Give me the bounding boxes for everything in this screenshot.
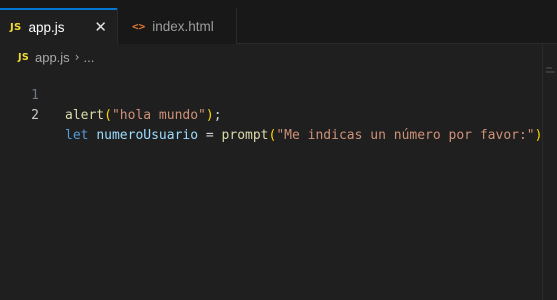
code-editor-window: JS app.js ✕ <> index.html JS app.js › ..… <box>0 0 557 300</box>
close-icon[interactable]: ✕ <box>94 18 107 36</box>
tab-index-html[interactable]: <> index.html <box>117 8 237 44</box>
code-line-current[interactable]: 2 let numeroUsuario = prompt("Me indicas… <box>0 86 544 144</box>
breadcrumb-more[interactable]: ... <box>84 50 95 65</box>
token-variable: numeroUsuario <box>96 128 199 143</box>
tab-bar: JS app.js ✕ <> index.html <box>0 0 557 44</box>
token-string: "Me indicas un número por favor:" <box>276 128 535 143</box>
minimap-line <box>546 67 552 69</box>
token-bracket: ( <box>104 108 112 123</box>
token-keyword: let <box>65 128 89 143</box>
editor-text-area[interactable]: 1 alert("hola mundo"); 2 let numeroUsuar… <box>0 66 557 300</box>
token-punctuation: ; <box>213 108 222 123</box>
tab-label: app.js <box>28 19 65 35</box>
token-operator: = <box>205 128 214 143</box>
token-string: "hola mundo" <box>111 108 206 123</box>
minimap-line <box>546 71 555 73</box>
token-bracket: ) <box>205 108 214 123</box>
token-function: alert <box>65 108 105 123</box>
code-content: let numeroUsuario = prompt("Me indicas u… <box>65 126 544 146</box>
chevron-right-icon: › <box>74 50 80 64</box>
tab-app-js[interactable]: JS app.js ✕ <box>0 8 117 44</box>
code-content: alert("hola mundo"); <box>65 106 222 126</box>
breadcrumb-file[interactable]: app.js <box>35 50 70 65</box>
javascript-file-icon: JS <box>10 21 22 33</box>
minimap[interactable] <box>542 44 557 300</box>
token-function: prompt <box>221 128 269 143</box>
line-number: 2 <box>31 108 39 123</box>
javascript-file-icon: JS <box>18 51 29 63</box>
code-line[interactable]: 1 alert("hola mundo"); <box>0 66 221 123</box>
tab-label: index.html <box>152 18 214 34</box>
breadcrumb: JS app.js › ... <box>18 47 94 67</box>
html-file-icon: <> <box>132 19 146 33</box>
